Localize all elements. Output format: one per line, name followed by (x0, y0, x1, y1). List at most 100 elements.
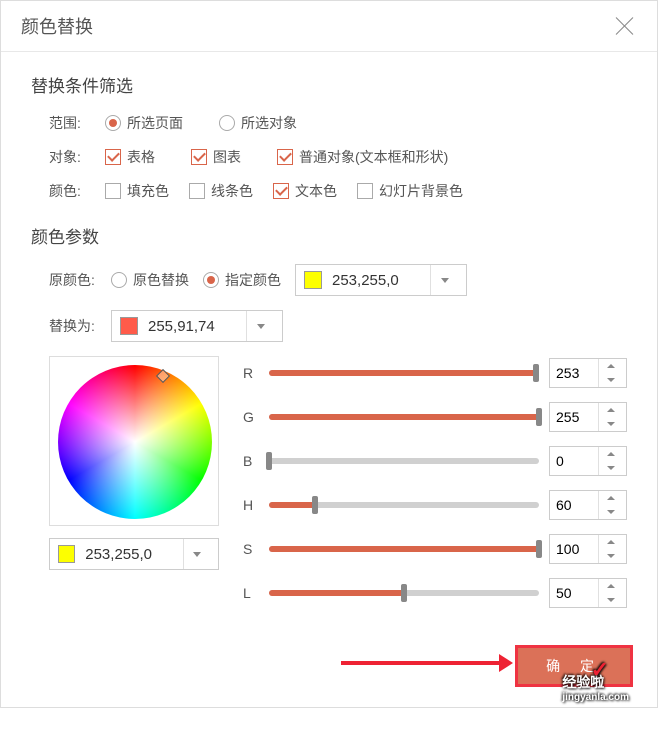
checkbox-icon (277, 149, 293, 165)
radio-icon (219, 115, 235, 131)
radio-icon (111, 272, 127, 288)
radio-icon (105, 115, 121, 131)
spin-up-icon[interactable] (599, 579, 622, 593)
label-object: 对象: (49, 147, 105, 167)
checkbox-text-color[interactable]: 文本色 (273, 181, 337, 201)
slider-fill (269, 414, 539, 420)
color-swatch-icon (120, 317, 138, 335)
number-input-s (549, 534, 627, 564)
channel-value-input[interactable] (550, 409, 598, 425)
checkbox-line-color[interactable]: 线条色 (189, 181, 253, 201)
checkbox-icon (105, 183, 121, 199)
color-swatch-icon (304, 271, 322, 289)
annotation-arrow (341, 661, 501, 665)
spin-down-icon[interactable] (599, 505, 622, 519)
spinner (598, 535, 622, 563)
number-input-r (549, 358, 627, 388)
slider-track-g[interactable] (269, 414, 539, 420)
slider-label: G (243, 409, 259, 425)
checkbox-icon (191, 149, 207, 165)
spin-down-icon[interactable] (599, 549, 622, 563)
slider-thumb-icon[interactable] (266, 452, 272, 470)
slider-track-r[interactable] (269, 370, 539, 376)
spin-up-icon[interactable] (599, 447, 622, 461)
color-wheel[interactable] (49, 356, 219, 526)
color-swatch-icon (58, 545, 75, 563)
slider-label: L (243, 585, 259, 601)
slider-fill (269, 502, 315, 508)
spinner (598, 447, 622, 475)
dialog-footer: 确 定 经验啦 ✓ jingyanla.com (1, 633, 657, 707)
spin-down-icon[interactable] (599, 417, 622, 431)
channel-value-input[interactable] (550, 585, 598, 601)
slider-thumb-icon[interactable] (312, 496, 318, 514)
number-input-h (549, 490, 627, 520)
channel-value-input[interactable] (550, 365, 598, 381)
checkbox-normal-object[interactable]: 普通对象(文本框和形状) (277, 147, 448, 167)
checkbox-icon (357, 183, 373, 199)
section-params-title: 颜色参数 (31, 223, 627, 248)
checkbox-slide-bg-color[interactable]: 幻灯片背景色 (357, 181, 463, 201)
arrow-line-icon (341, 661, 501, 665)
row-object: 对象: 表格 图表 普通对象(文本框和形状) (31, 147, 627, 167)
label-replace-with: 替换为: (49, 316, 111, 336)
slider-track-l[interactable] (269, 590, 539, 596)
slider-track-b[interactable] (269, 458, 539, 464)
titlebar: 颜色替换 (1, 1, 657, 52)
spin-down-icon[interactable] (599, 373, 622, 387)
row-color: 颜色: 填充色 线条色 文本色 幻灯片背景色 (31, 181, 627, 201)
color-picker-area: 253,255,0 RGBHSL (31, 356, 627, 608)
dialog-content: 替换条件筛选 范围: 所选页面 所选对象 对象: 表格 图表 普通对象(文本框和… (1, 52, 657, 633)
orig-color-dropdown[interactable]: 253,255,0 (295, 264, 467, 296)
picker-color-value: 253,255,0 (85, 546, 175, 563)
checkbox-table[interactable]: 表格 (105, 147, 155, 167)
chevron-down-icon (430, 265, 458, 295)
spin-up-icon[interactable] (599, 491, 622, 505)
slider-thumb-icon[interactable] (536, 408, 542, 426)
slider-thumb-icon[interactable] (533, 364, 539, 382)
picker-left-column: 253,255,0 (49, 356, 219, 608)
close-icon[interactable] (613, 14, 637, 38)
spinner (598, 579, 622, 607)
replace-color-dropdown[interactable]: 255,91,74 (111, 310, 283, 342)
channel-value-input[interactable] (550, 497, 598, 513)
label-orig-color: 原颜色: (49, 270, 111, 290)
slider-row-b: B (243, 446, 627, 476)
channel-sliders: RGBHSL (243, 356, 627, 608)
spin-up-icon[interactable] (599, 535, 622, 549)
row-scope: 范围: 所选页面 所选对象 (31, 113, 627, 133)
number-input-l (549, 578, 627, 608)
spin-up-icon[interactable] (599, 359, 622, 373)
slider-row-r: R (243, 358, 627, 388)
channel-value-input[interactable] (550, 453, 598, 469)
radio-selected-objects[interactable]: 所选对象 (219, 113, 297, 133)
watermark-sub: jingyanla.com (562, 692, 629, 703)
slider-label: S (243, 541, 259, 557)
color-wheel-gradient (58, 365, 212, 519)
row-orig-color: 原颜色: 原色替换 指定颜色 253,255,0 (31, 264, 627, 296)
radio-selected-pages[interactable]: 所选页面 (105, 113, 183, 133)
radio-replace-original[interactable]: 原色替换 (111, 270, 189, 290)
checkbox-icon (273, 183, 289, 199)
picker-color-dropdown[interactable]: 253,255,0 (49, 538, 219, 570)
label-scope: 范围: (49, 113, 105, 133)
slider-track-h[interactable] (269, 502, 539, 508)
checkbox-chart[interactable]: 图表 (191, 147, 241, 167)
arrow-head-icon (499, 654, 513, 672)
channel-value-input[interactable] (550, 541, 598, 557)
spin-down-icon[interactable] (599, 461, 622, 475)
radio-specify-color[interactable]: 指定颜色 (203, 270, 281, 290)
slider-track-s[interactable] (269, 546, 539, 552)
chevron-down-icon (183, 539, 210, 569)
spinner (598, 491, 622, 519)
slider-fill (269, 546, 539, 552)
spin-up-icon[interactable] (599, 403, 622, 417)
checkbox-fill-color[interactable]: 填充色 (105, 181, 169, 201)
replace-color-value: 255,91,74 (148, 318, 238, 335)
spin-down-icon[interactable] (599, 593, 622, 607)
slider-thumb-icon[interactable] (401, 584, 407, 602)
orig-color-value: 253,255,0 (332, 272, 422, 289)
number-input-g (549, 402, 627, 432)
checkbox-icon (189, 183, 205, 199)
slider-thumb-icon[interactable] (536, 540, 542, 558)
